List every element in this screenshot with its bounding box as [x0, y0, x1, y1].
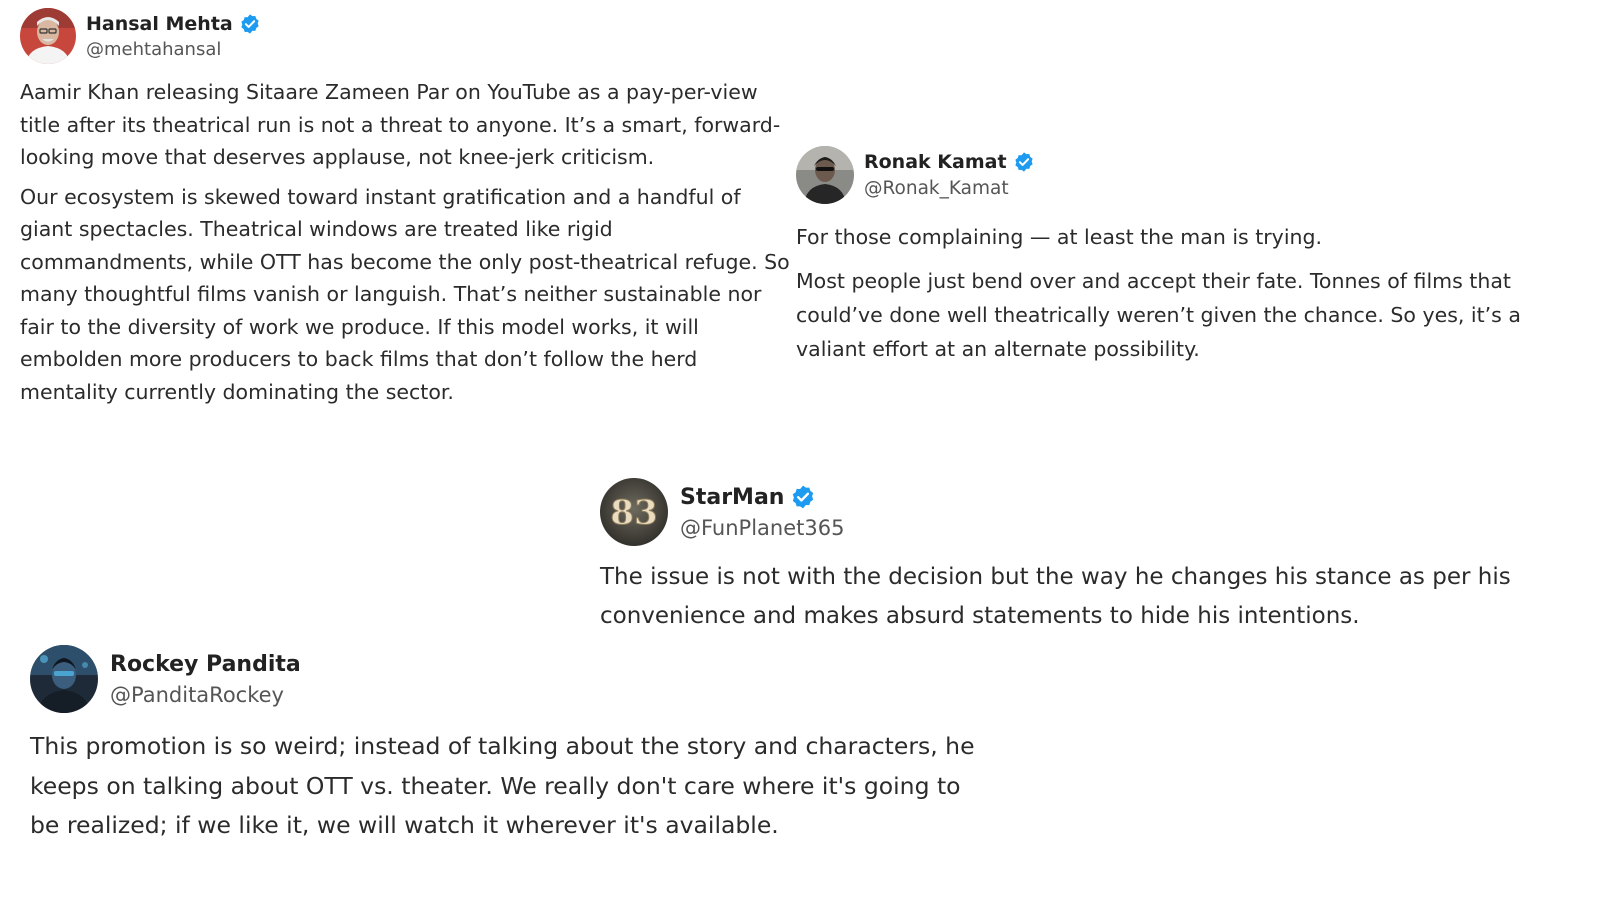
avatar-logo-text: 83 [610, 493, 657, 533]
user-handle[interactable]: @Ronak_Kamat [864, 178, 1035, 199]
user-meta: StarMan @FunPlanet365 [680, 484, 844, 541]
verified-badge-icon [790, 484, 816, 510]
name-row: Ronak Kamat [864, 151, 1035, 173]
user-meta: Ronak Kamat @Ronak_Kamat [864, 151, 1035, 199]
tweet-card: Hansal Mehta @mehtahansal Aamir Khan rel… [20, 8, 790, 408]
display-name[interactable]: Hansal Mehta [86, 13, 233, 35]
user-meta: Rockey Pandita @PanditaRockey [110, 652, 301, 707]
tweet-card: 83 StarMan @FunPlanet365 The issue is no… [600, 478, 1575, 636]
tweet-header: 83 StarMan @FunPlanet365 [600, 478, 1575, 546]
tweet-paragraph: Our ecosystem is skewed toward instant g… [20, 184, 790, 404]
avatar[interactable] [796, 146, 854, 204]
tweet-paragraph: The issue is not with the decision but t… [600, 564, 1511, 629]
verified-badge-icon [1013, 151, 1035, 173]
tweet-text: The issue is not with the decision but t… [600, 558, 1575, 636]
display-name[interactable]: Ronak Kamat [864, 151, 1007, 173]
name-row: Rockey Pandita [110, 652, 301, 677]
display-name[interactable]: Rockey Pandita [110, 652, 301, 677]
user-handle[interactable]: @FunPlanet365 [680, 516, 844, 540]
tweet-text: This promotion is so weird; instead of t… [30, 727, 990, 846]
tweet-paragraph: This promotion is so weird; instead of t… [30, 732, 975, 839]
tweet-card: Ronak Kamat @Ronak_Kamat For those compl… [796, 146, 1586, 366]
tweet-header: Rockey Pandita @PanditaRockey [30, 645, 990, 713]
tweet-text: For those complaining — at least the man… [796, 220, 1586, 366]
display-name[interactable]: StarMan [680, 485, 784, 510]
tweet-paragraph: For those complaining — at least the man… [796, 225, 1323, 249]
tweet-card: Rockey Pandita @PanditaRockey This promo… [30, 645, 990, 846]
tweet-text: Aamir Khan releasing Sitaare Zameen Par … [20, 76, 790, 408]
user-meta: Hansal Mehta @mehtahansal [86, 13, 261, 60]
tweet-header: Hansal Mehta @mehtahansal [20, 8, 790, 64]
avatar[interactable]: 83 [600, 478, 668, 546]
tweet-paragraph: Most people just bend over and accept th… [796, 269, 1521, 361]
name-row: StarMan [680, 484, 844, 510]
name-row: Hansal Mehta [86, 13, 261, 35]
user-handle[interactable]: @PanditaRockey [110, 683, 301, 707]
verified-badge-icon [239, 13, 261, 35]
avatar[interactable] [20, 8, 76, 64]
user-handle[interactable]: @mehtahansal [86, 39, 261, 60]
tweet-paragraph: Aamir Khan releasing Sitaare Zameen Par … [20, 80, 781, 169]
tweet-header: Ronak Kamat @Ronak_Kamat [796, 146, 1586, 204]
avatar[interactable] [30, 645, 98, 713]
